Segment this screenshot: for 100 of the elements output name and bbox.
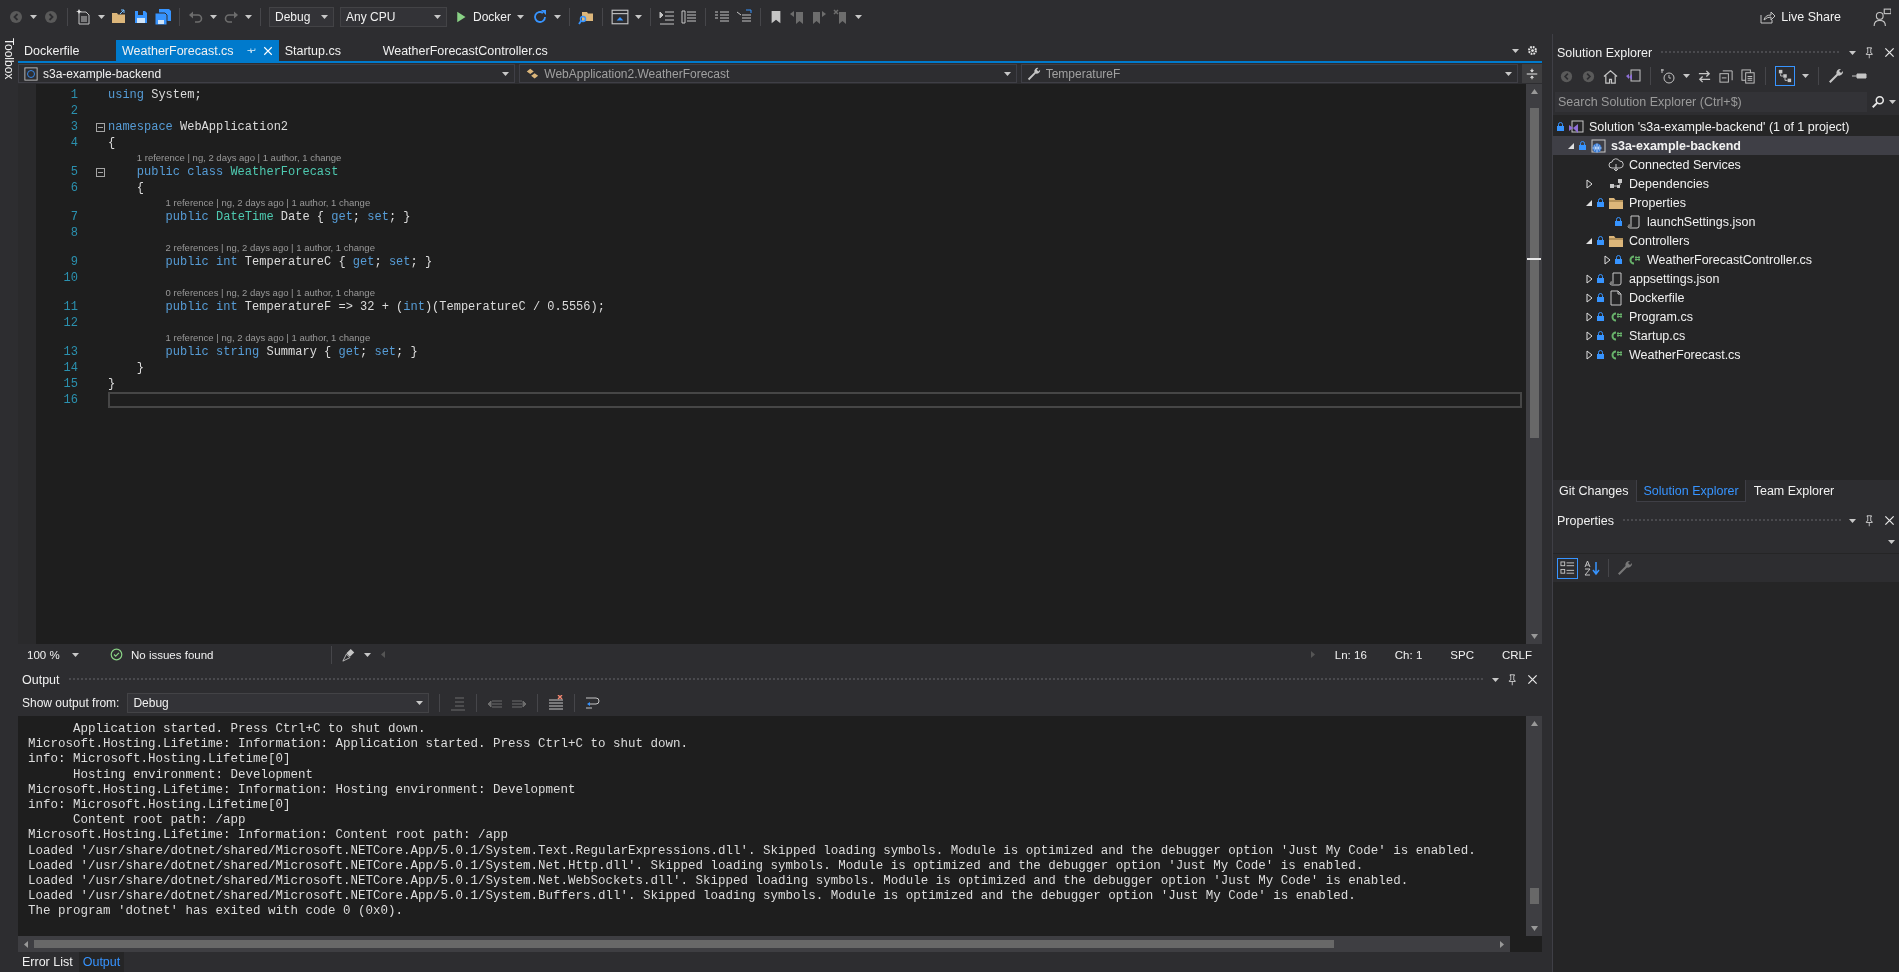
find-in-files-icon[interactable] (578, 9, 594, 25)
wrench-icon[interactable] (1828, 68, 1844, 84)
panel-tab[interactable]: Solution Explorer (1636, 480, 1746, 502)
caret-icon[interactable] (554, 13, 561, 21)
configuration-dropdown[interactable]: Debug (269, 7, 334, 27)
pending-changes-filter-icon[interactable] (1660, 68, 1676, 84)
expanded-arrow-icon[interactable] (1567, 141, 1575, 150)
panel-tab[interactable]: Error List (18, 952, 77, 972)
redo-icon[interactable] (223, 9, 239, 25)
settings-icon[interactable] (1527, 45, 1538, 56)
panel-tab[interactable]: Git Changes (1553, 480, 1635, 502)
line-position[interactable]: Ln: 16 (1324, 648, 1377, 661)
collapse-icon[interactable] (96, 122, 105, 132)
property-pages-icon[interactable] (1617, 560, 1633, 576)
bookmark-icon[interactable] (769, 10, 783, 24)
caret-icon[interactable] (72, 650, 79, 659)
scroll-down-icon[interactable] (1529, 924, 1539, 933)
search-icon[interactable] (1871, 95, 1885, 109)
scroll-thumb[interactable] (1529, 108, 1539, 438)
tab-list-icon[interactable] (1512, 46, 1519, 55)
outdent-icon[interactable] (659, 9, 675, 25)
issues-status[interactable]: No issues found (131, 648, 214, 661)
caret-icon[interactable] (98, 13, 105, 21)
indent-icon[interactable] (681, 9, 697, 25)
switch-views-icon[interactable] (1625, 68, 1641, 84)
close-icon[interactable] (1527, 674, 1538, 685)
collapsed-arrow-icon[interactable] (1585, 311, 1593, 322)
refresh-icon[interactable] (532, 9, 548, 25)
code-lens[interactable]: 1 reference | ng, 2 days ago | 1 author, 1 change (165, 332, 371, 343)
collapse-icon[interactable] (96, 167, 105, 177)
scroll-left-icon[interactable] (22, 939, 30, 949)
previous-bookmark-icon[interactable] (789, 9, 805, 25)
categorized-button[interactable] (1557, 557, 1578, 579)
comment-lines-icon[interactable] (714, 9, 730, 25)
overflow-icon[interactable] (855, 13, 862, 21)
collapsed-arrow-icon[interactable] (1585, 349, 1593, 360)
platform-dropdown[interactable]: Any CPU (340, 7, 447, 27)
caret-icon[interactable] (416, 699, 424, 707)
caret-icon[interactable] (1683, 72, 1690, 80)
column-position[interactable]: Ch: 1 (1384, 648, 1433, 661)
feedback-icon[interactable] (1873, 8, 1891, 26)
caret-icon[interactable] (210, 13, 217, 21)
code-lens[interactable]: 1 reference | ng, 2 days ago | 1 author, 1 change (136, 152, 342, 163)
vertical-scrollbar[interactable] (1526, 716, 1542, 936)
caret-icon[interactable] (1888, 538, 1895, 546)
tree-item[interactable]: Program.cs (1553, 307, 1899, 326)
dropdown-icon[interactable] (1849, 516, 1856, 525)
document-tab[interactable]: Dockerfile (18, 40, 116, 61)
live-share-button[interactable]: Live Share (1753, 8, 1847, 26)
uncomment-lines-icon[interactable] (736, 9, 752, 25)
collapsed-arrow-icon[interactable] (1603, 254, 1611, 265)
collapsed-arrow-icon[interactable] (1585, 178, 1593, 189)
whitespace-mode[interactable]: SPC (1440, 648, 1484, 661)
tree-item[interactable]: Dependencies (1553, 174, 1899, 193)
document-tab[interactable]: WeatherForecastController.cs (376, 40, 554, 61)
caret-icon[interactable] (502, 69, 510, 78)
code-lens[interactable]: 2 references | ng, 2 days ago | 1 author, 1 change (165, 242, 375, 253)
collapsed-arrow-icon[interactable] (1585, 273, 1593, 284)
caret-icon[interactable] (517, 13, 524, 21)
pin-icon[interactable] (1507, 673, 1519, 686)
home-icon[interactable] (1603, 68, 1618, 84)
split-window-icon[interactable] (1526, 67, 1538, 80)
dropdown-icon[interactable] (1492, 675, 1499, 684)
overflow-icon[interactable] (635, 13, 642, 21)
tree-item[interactable]: Dockerfile (1553, 288, 1899, 307)
tree-item[interactable]: WeatherForecastController.cs (1553, 250, 1899, 269)
browser-window-icon[interactable] (611, 8, 629, 26)
tree-item[interactable]: appsettings.json (1553, 269, 1899, 288)
tree-item[interactable]: Properties (1553, 193, 1899, 212)
scroll-up-icon[interactable] (1529, 87, 1539, 96)
caret-icon[interactable] (1003, 69, 1011, 78)
code-lens[interactable]: 0 references | ng, 2 days ago | 1 author, 1 change (165, 287, 375, 298)
expanded-arrow-icon[interactable] (1585, 198, 1593, 207)
tree-item[interactable]: Solution 's3a-example-backend' (1 of 1 project) (1553, 117, 1899, 136)
clear-bookmarks-icon[interactable] (833, 9, 849, 25)
close-icon[interactable] (1884, 47, 1895, 58)
output-source-dropdown[interactable]: Debug (127, 693, 430, 713)
project-dropdown[interactable]: s3a-example-backend (18, 64, 516, 83)
tree-item[interactable]: WeatherForecast.cs (1553, 345, 1899, 364)
collapsed-arrow-icon[interactable] (1585, 292, 1593, 303)
panel-tab[interactable]: Output (78, 952, 125, 972)
code-cleanup-icon[interactable] (342, 647, 357, 662)
alphabetical-icon[interactable] (1584, 560, 1600, 576)
pin-icon[interactable] (1864, 46, 1876, 59)
tree-item[interactable]: Connected Services (1553, 155, 1899, 174)
dropdown-icon[interactable] (1849, 48, 1856, 57)
new-project-icon[interactable] (76, 9, 92, 25)
next-bookmark-icon[interactable] (811, 9, 827, 25)
expanded-arrow-icon[interactable] (1585, 236, 1593, 245)
tree-item[interactable]: Startup.cs (1553, 326, 1899, 345)
tree-item[interactable]: s3a-example-backend (1553, 136, 1899, 155)
horizontal-scrollbar[interactable] (18, 936, 1510, 952)
code-lens[interactable]: 1 reference | ng, 2 days ago | 1 author, 1 change (165, 197, 371, 208)
tree-item[interactable]: Controllers (1553, 231, 1899, 250)
caret-icon[interactable] (364, 650, 372, 659)
caret-icon[interactable] (30, 13, 37, 21)
sync-with-active-document-button[interactable] (1775, 66, 1795, 86)
undo-icon[interactable] (188, 9, 204, 25)
caret-icon[interactable] (1505, 69, 1512, 78)
member-dropdown[interactable]: TemperatureF (1020, 64, 1518, 83)
